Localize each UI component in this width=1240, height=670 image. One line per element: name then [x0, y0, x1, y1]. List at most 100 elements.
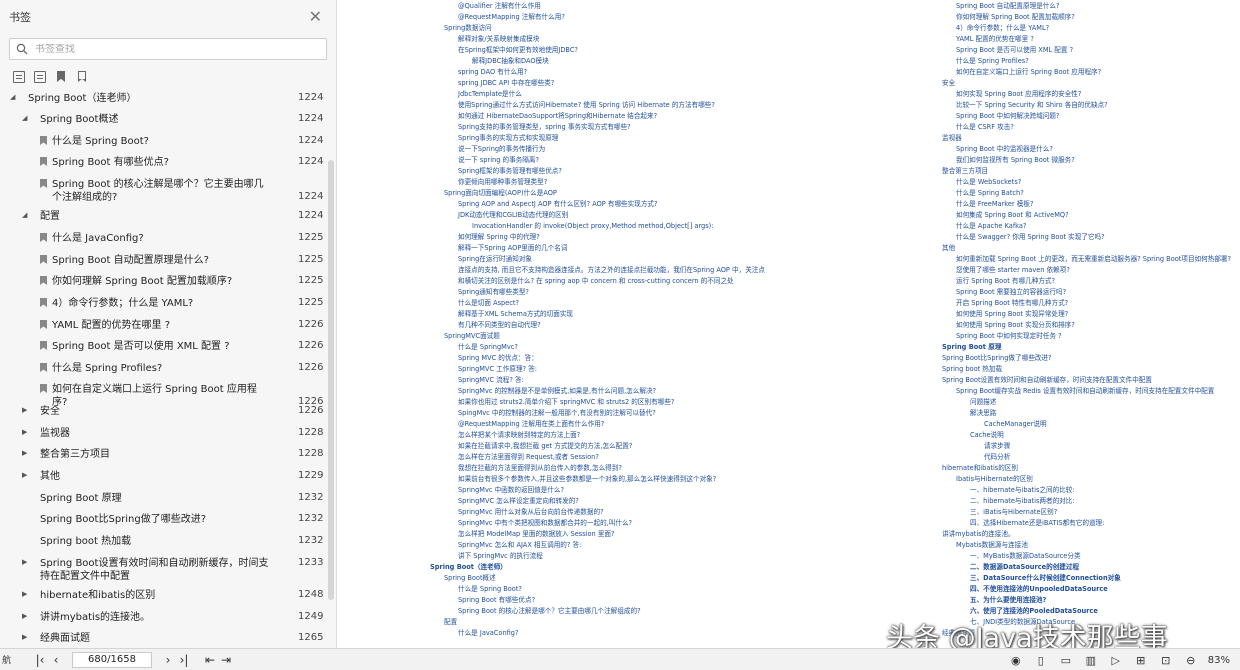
toc-line[interactable]: 如何通过 HibernateDaoSupport将Spring和Hibernat…	[458, 112, 657, 121]
toc-line[interactable]: 我们如何监视所有 Spring Boot 微服务?	[956, 156, 1075, 165]
single-page-icon[interactable]: ▯	[1033, 652, 1049, 668]
toc-line[interactable]: 如何在自定义端口上运行 Spring Boot 应用程序?	[956, 68, 1101, 77]
toc-line[interactable]: 如果前台有很多个参数传入,并且这些参数都是一个对象的,那么怎么样快速得到这个对象…	[458, 475, 716, 484]
toc-line[interactable]: 什么是 Swagger? 你用 Spring Boot 实现了它吗?	[956, 233, 1105, 242]
toc-line[interactable]: 四、不使用连接池的UnpooledDataSource	[970, 585, 1108, 594]
toc-line[interactable]: 什么是 Spring Batch?	[956, 189, 1024, 198]
toc-line[interactable]: 如何集成 Spring Boot 和 ActiveMQ?	[956, 211, 1069, 220]
toc-line[interactable]: 如何使用 Spring Boot 实现异常处理?	[956, 310, 1068, 319]
first-page-button[interactable]: |‹	[32, 652, 48, 668]
back-icon[interactable]: ⇤	[202, 652, 218, 668]
fit-width-icon[interactable]: ⊞	[1133, 652, 1149, 668]
toc-line[interactable]: 安全	[942, 79, 955, 88]
book-view-icon[interactable]: ▥	[1083, 652, 1099, 668]
toc-line[interactable]: 什么是 Spring Profiles?	[956, 57, 1029, 66]
toc-line[interactable]: 五、为什么要使用连接池?	[970, 596, 1046, 605]
toc-line[interactable]: JDK动态代理和CGLIB动态代理的区别	[458, 211, 568, 220]
toc-line[interactable]: Spring Boot 中的监视器是什么?	[956, 145, 1053, 154]
toc-line[interactable]: @RequestMapping 注解用在类上面有什么作用?	[458, 420, 604, 429]
toc-line[interactable]: @Qualifier 注解有什么作用	[458, 2, 541, 11]
toc-line[interactable]: 经典面试题	[942, 629, 975, 638]
collapsed-arrow-icon[interactable]: ▶	[22, 590, 30, 598]
toc-line[interactable]: Spring Boot概述	[444, 574, 496, 583]
toc-line[interactable]: 解释JDBC抽象和DAO模块	[472, 57, 549, 66]
toc-line[interactable]: 什么是 Spring Boot?	[458, 585, 522, 594]
toc-line[interactable]: 如何实现 Spring Boot 应用程序的安全性?	[956, 90, 1081, 99]
toc-line[interactable]: 如何使用 Spring Boot 实现分页和排序?	[956, 321, 1075, 330]
toc-line[interactable]: Spring Boot 自动配置原理是什么?	[956, 2, 1060, 11]
toc-line[interactable]: spring JDBC API 中存在哪些类?	[458, 79, 554, 88]
toc-line[interactable]: hibernate和ibatis的区别	[942, 464, 1018, 473]
toc-line[interactable]: SpringMvc 中函数的返回值是什么?	[458, 486, 564, 495]
expanded-arrow-icon[interactable]: ◢	[22, 114, 30, 122]
toc-line[interactable]: SpingMvc 中的控制器的注解一般用那个,有没有别的注解可以替代?	[458, 409, 656, 418]
expanded-arrow-icon[interactable]: ◢	[22, 211, 30, 219]
toc-line[interactable]: 整合第三方项目	[942, 167, 988, 176]
toc-line[interactable]: 你如何理解 Spring Boot 配置加载顺序?	[956, 13, 1075, 22]
toc-line[interactable]: Spring事务的实现方式和实现原理	[458, 134, 558, 143]
toc-line[interactable]: 请求步骤	[984, 442, 1010, 451]
toc-line[interactable]: Spring在运行时通知对象	[458, 255, 532, 264]
collapsed-arrow-icon[interactable]: ▶	[22, 633, 30, 641]
toc-line[interactable]: Spring Boot设置有效时间和自动刷新缓存，时间支持在配置文件中配置	[942, 376, 1152, 385]
toc-line[interactable]: Spring AOP and AspectJ AOP 有什么区别? AOP 有哪…	[458, 200, 658, 209]
toc-line[interactable]: 4）命令行参数；什么是 YAML?	[956, 24, 1049, 33]
toc-line[interactable]: 二、数据源DataSource的创建过程	[970, 563, 1079, 572]
toc-line[interactable]: SpringMvc 用什么对象从后台向前台传递数据的?	[458, 508, 604, 517]
toc-line[interactable]: InvocationHandler 的 invoke(Object proxy,…	[472, 222, 713, 231]
bookmark-search-box[interactable]	[9, 38, 327, 60]
toc-line[interactable]: 什么是切面 Aspect?	[458, 299, 519, 308]
toc-line[interactable]: 三、DataSource什么时候创建Connection对象	[970, 574, 1121, 583]
toc-line[interactable]: 问题描述	[970, 398, 996, 407]
toc-line[interactable]: SpringMvc 的控制器是不是单例模式,如果是,有什么问题,怎么解决?	[458, 387, 656, 396]
expand-all-icon[interactable]	[13, 71, 25, 83]
toc-line[interactable]: 你更倾向用哪种事务管理类型?	[458, 178, 547, 187]
toc-line[interactable]: SpringMVC 流程? 答:	[458, 376, 524, 385]
forward-icon[interactable]: ⇥	[218, 652, 234, 668]
expanded-arrow-icon[interactable]: ◢	[10, 93, 18, 101]
toc-line[interactable]: 讲讲mybatis的连接池。	[942, 530, 1015, 539]
bookmark-search-input[interactable]	[35, 43, 295, 55]
toc-line[interactable]: 什么是 CSRF 攻击?	[956, 123, 1014, 132]
toc-line[interactable]: 和横切关注的区别是什么? 在 spring aop 中 concern 和 cr…	[458, 277, 734, 286]
play-icon[interactable]: ▷	[1108, 652, 1124, 668]
toc-line[interactable]: 怎么样把某个请求映射到特定的方法上面?	[458, 431, 580, 440]
toc-line[interactable]: 监视器	[942, 134, 962, 143]
toc-line[interactable]: 说一下 spring 的事务隔离?	[458, 156, 539, 165]
toc-line[interactable]: 一、hibernate与ibatis之间的比较:	[970, 486, 1075, 495]
toc-line[interactable]: 解释一下Spring AOP里面的几个名词	[458, 244, 567, 253]
toc-line[interactable]: Cache说明	[970, 431, 1004, 440]
toc-line[interactable]: Spring Boot 原理	[942, 343, 1001, 352]
toc-line[interactable]: 其他	[942, 244, 955, 253]
page-number-input[interactable]	[72, 651, 152, 668]
collapsed-arrow-icon[interactable]: ▶	[22, 471, 30, 479]
toc-line[interactable]: SpringMvc 中有个类把视图和数据都合并的一起的,叫什么?	[458, 519, 632, 528]
toc-line[interactable]: SpringMvc 怎么和 AJAX 相互调用的? 答:	[458, 541, 581, 550]
toc-line[interactable]: 如何重新加载 Spring Boot 上的更改，而无需重新启动服务器? Spri…	[956, 255, 1231, 264]
toc-line[interactable]: 代码分析	[984, 453, 1010, 462]
toc-line[interactable]: Spring Boot 中如何实现定时任务 ?	[956, 332, 1062, 341]
prev-page-button[interactable]: ‹	[48, 652, 64, 668]
toc-line[interactable]: 一、MyBatis数据源DataSource分类	[970, 552, 1081, 561]
toc-line[interactable]: @RequestMapping 注解有什么用?	[458, 13, 565, 22]
close-icon[interactable]: ✕	[309, 9, 322, 25]
toc-line[interactable]: 解释对象/关系映射集成模块	[458, 35, 539, 44]
toc-line[interactable]: 什么是 WebSockets?	[956, 178, 1021, 187]
toc-line[interactable]: Spring通知有哪些类型?	[458, 288, 529, 297]
toc-line[interactable]: Spring框架的事务管理有哪些优点?	[458, 167, 562, 176]
toc-line[interactable]: Spring面向切面编程(AOP)什么是AOP	[444, 189, 557, 198]
zoom-out-icon[interactable]: ⊖	[1183, 652, 1199, 668]
toc-line[interactable]: JdbcTemplate是什么	[458, 90, 522, 99]
toc-line[interactable]: 我想在拦截的方法里面得到从前台传入的参数,怎么得到?	[458, 464, 622, 473]
toc-line[interactable]: spring DAO 有什么用?	[458, 68, 527, 77]
collapsed-arrow-icon[interactable]: ▶	[22, 406, 30, 414]
toc-line[interactable]: Spring支持的事务管理类型，spring 事务实现方式有哪些?	[458, 123, 631, 132]
toc-line[interactable]: 有几种不同类型的自动代理?	[458, 321, 541, 330]
toc-line[interactable]: SpringMVC面试题	[444, 332, 500, 341]
toc-line[interactable]: 怎么样把 ModelMap 里面的数据放入 Session 里面?	[458, 530, 614, 539]
toc-line[interactable]: Spring Boot 是否可以使用 XML 配置 ?	[956, 46, 1073, 55]
collapsed-arrow-icon[interactable]: ▶	[22, 612, 30, 620]
toc-line[interactable]: Mybatis数据源与连接池	[956, 541, 1028, 550]
zoom-level[interactable]: 83%	[1208, 655, 1230, 666]
toc-line[interactable]: 如果你也用过 struts2.简单介绍下 springMVC 和 struts2…	[458, 398, 674, 407]
